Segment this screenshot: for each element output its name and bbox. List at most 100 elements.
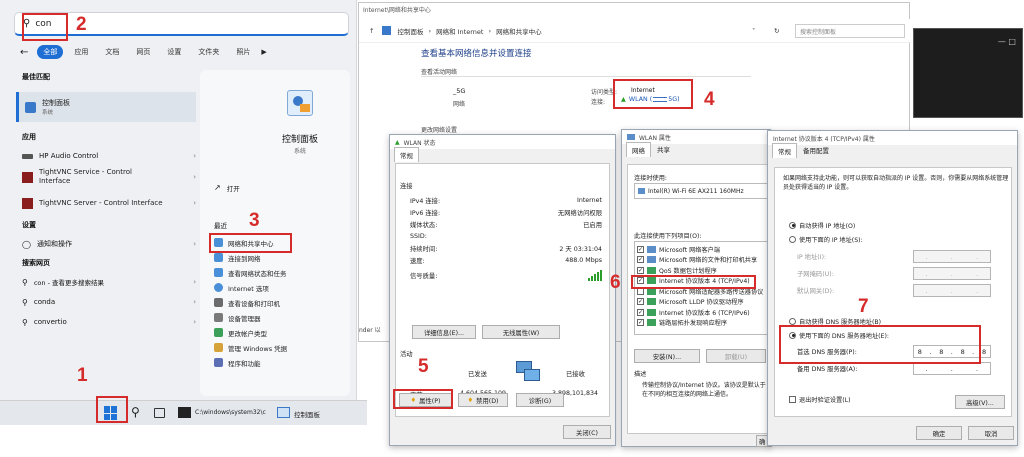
terminal-icon[interactable] (178, 407, 191, 418)
recent-item[interactable]: Internet 选项 (214, 280, 354, 295)
gateway-field[interactable]: ... (913, 284, 991, 297)
list-item[interactable]: ✓ Microsoft 网络客户端 (637, 244, 770, 255)
checkbox[interactable] (789, 395, 796, 403)
checkbox[interactable]: ✓ (637, 319, 644, 327)
best-match-item[interactable]: 控制面板 系统 (16, 92, 196, 122)
radio-button[interactable] (789, 317, 796, 325)
tab-bar: 常规 (390, 147, 615, 162)
annotation-box-2 (22, 13, 68, 41)
filter-all[interactable]: 全部 (37, 45, 64, 59)
app-label: TightVNC Server - Control Interface (39, 198, 163, 207)
change-settings-label: 更改网络设置 (421, 127, 458, 134)
recent-item[interactable]: 查看设备和打印机 (214, 295, 354, 310)
radio-button[interactable] (789, 221, 796, 229)
diagnose-button[interactable]: 诊断(G) (516, 393, 564, 407)
filter-web[interactable]: 网页 (130, 45, 156, 59)
list-item[interactable]: ✓ Internet 协议版本 6 (TCP/IPv6) (637, 307, 770, 318)
recent-label: 查看设备和打印机 (228, 299, 280, 308)
breadcrumb-sharing-center[interactable]: 网络和共享中心 (496, 26, 542, 36)
checkbox[interactable]: ✓ (637, 298, 644, 306)
tab-network[interactable]: 网络 (626, 142, 651, 157)
app-item-tightvnc-service[interactable]: TightVNC Service - Control Interface › (16, 164, 196, 190)
octet: 8 (982, 347, 987, 356)
web-item-con[interactable]: ⚲ con - 查看更多搜索结果 › (16, 272, 196, 292)
search-icon[interactable]: ⚲ (131, 405, 140, 419)
back-arrow-icon[interactable]: ← (20, 47, 28, 58)
client-icon (647, 245, 656, 253)
checkbox[interactable]: ✓ (637, 308, 644, 316)
recent-item[interactable]: 更改帐户类型 (214, 325, 354, 340)
connection-header: 连接 (400, 183, 413, 190)
annotation-box-3 (209, 233, 292, 253)
breadcrumb-network[interactable]: 网络和 Internet (436, 26, 483, 36)
filter-apps[interactable]: 应用 (68, 45, 94, 59)
checkbox[interactable]: ✓ (637, 256, 644, 264)
install-button[interactable]: 安装(N)... (634, 349, 700, 363)
disable-button[interactable]: ♦ 禁用(D) (458, 393, 508, 407)
ok-button[interactable]: 确定 (916, 426, 962, 440)
annotation-7: 7 (858, 296, 869, 317)
ip-address-field[interactable]: ... (913, 250, 991, 263)
open-label: 打开 (226, 184, 240, 193)
recent-item[interactable]: 查看网络状态和任务 (214, 265, 354, 280)
left-nav-stub: nder 以 (359, 327, 381, 334)
advanced-button[interactable]: 高级(V)... (955, 395, 1005, 409)
tab-general[interactable]: 常规 (772, 143, 797, 158)
kv-key: 持续时间: (410, 245, 438, 253)
web-item-convertio[interactable]: ⚲ convertio › (16, 312, 196, 332)
search-icon: ⚲ (22, 277, 28, 287)
filter-folders[interactable]: 文件夹 (192, 45, 225, 59)
wireless-properties-button[interactable]: 无线属性(W) (482, 325, 560, 339)
uninstall-button[interactable]: 卸载(U) (706, 349, 766, 363)
tab-general[interactable]: 常规 (394, 147, 419, 162)
auto-ip-radio[interactable]: 自动获得 IP 地址(O) (789, 220, 855, 231)
share-icon (647, 256, 656, 264)
refresh-icon[interactable]: ↻ (774, 27, 779, 35)
app-item-tightvnc-server[interactable]: TightVNC Server - Control Interface › (16, 190, 196, 216)
list-item[interactable]: ✓ Microsoft 网络的文件和打印机共享 (637, 255, 770, 266)
close-button[interactable]: 关闭(C) (563, 425, 611, 439)
checkbox[interactable]: ✓ (637, 266, 644, 274)
dropdown-icon[interactable]: ˅ (752, 27, 755, 35)
filter-docs[interactable]: 文档 (99, 45, 125, 59)
alt-dns-label: 备用 DNS 服务器(A): (797, 366, 858, 373)
subnet-mask-field[interactable]: ... (913, 267, 991, 280)
kv-key: IPv6 连接: (410, 209, 441, 217)
task-view-icon[interactable] (154, 408, 165, 418)
filter-settings[interactable]: 设置 (161, 45, 187, 59)
tab-alternate[interactable]: 备用配置 (797, 142, 835, 158)
kv-value: 488.0 Mbps (565, 256, 602, 264)
breadcrumb-control-panel[interactable]: 控制面板 (397, 26, 423, 36)
list-item[interactable]: ✓ 链路层拓扑发现响应程序 (637, 318, 770, 329)
more-filters-icon[interactable]: ▶ (261, 48, 266, 56)
filter-photos[interactable]: 照片 (230, 45, 256, 59)
taskbar-cp-label[interactable]: 控制面板 (294, 409, 320, 419)
control-panel-taskbar-icon[interactable] (277, 407, 290, 418)
radio-button[interactable] (789, 235, 796, 243)
app-item-hp-audio[interactable]: HP Audio Control › (16, 148, 196, 164)
item-label: Microsoft 网络客户端 (659, 246, 721, 254)
taskbar-cmd-label[interactable]: C:\windows\system32\c (195, 409, 267, 416)
web-item-conda[interactable]: ⚲ conda › (16, 292, 196, 312)
list-item[interactable]: ✓ QoS 数据包计划程序 (637, 265, 770, 276)
settings-item-notifications[interactable]: ◯ 通知和操作 › (16, 234, 196, 254)
recent-item[interactable]: 程序和功能 (214, 355, 354, 370)
details-button[interactable]: 详细信息(E)... (412, 325, 476, 339)
dialog-title: ▲ WLAN 状态 (390, 135, 615, 149)
manual-ip-radio[interactable]: 使用下面的 IP 地址(S): (789, 234, 863, 245)
checkbox[interactable]: ✓ (637, 245, 644, 253)
bell-icon: ◯ (22, 239, 31, 249)
sent-label: 已发送 (468, 371, 487, 378)
control-panel-icon (382, 26, 392, 35)
validate-checkbox[interactable]: 退出时验证设置(L) (789, 394, 851, 405)
list-item[interactable]: ✓ Microsoft LLDP 协议驱动程序 (637, 297, 770, 308)
tab-sharing[interactable]: 共享 (651, 141, 676, 157)
protocol-icon (647, 319, 656, 327)
recent-item[interactable]: 设备管理器 (214, 310, 354, 325)
recent-item[interactable]: 管理 Windows 凭据 (214, 340, 354, 355)
cancel-button[interactable]: 取消 (968, 426, 1014, 440)
received-label: 已接收 (566, 371, 585, 378)
up-arrow-icon[interactable]: ↑ (369, 27, 374, 35)
open-action[interactable]: ↗ 打开 (214, 180, 240, 195)
control-panel-search[interactable]: 搜索控制面板 (795, 24, 905, 38)
